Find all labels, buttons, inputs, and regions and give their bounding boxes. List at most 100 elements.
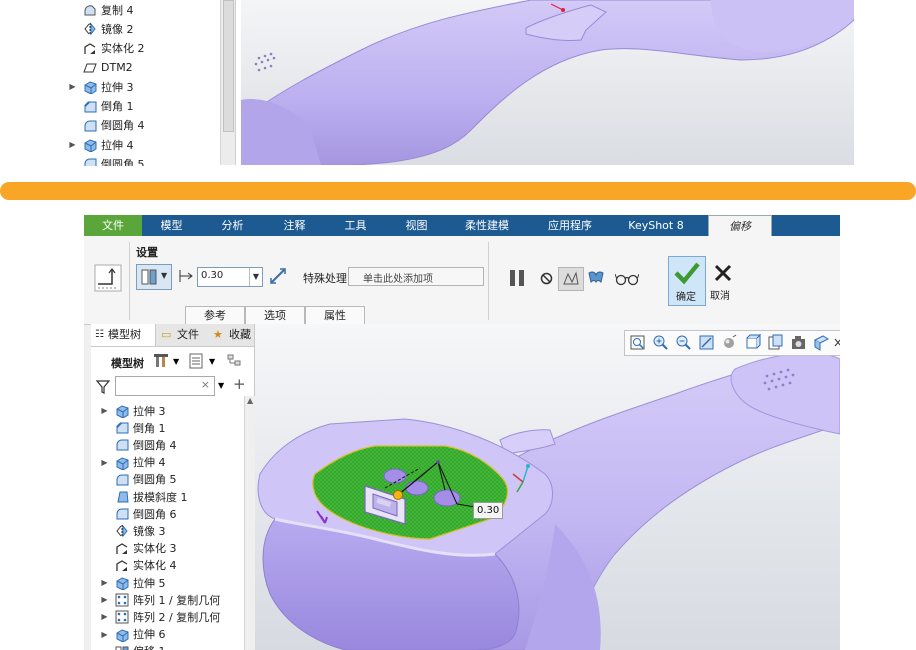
refit-icon[interactable] bbox=[629, 334, 646, 351]
tab-favorites[interactable]: ★ 收藏 bbox=[209, 324, 254, 346]
tree-filters-icon[interactable] bbox=[227, 353, 245, 369]
zoom-out-icon[interactable] bbox=[675, 334, 692, 351]
display-style-icon[interactable] bbox=[721, 334, 738, 351]
tab-options[interactable]: 选项 bbox=[245, 306, 305, 325]
tree-item[interactable]: 倒圆角 4 bbox=[100, 435, 177, 454]
tree-item[interactable]: ▶ 拉伸 3 bbox=[68, 77, 134, 96]
tree-item[interactable]: ▶ 拉伸 3 bbox=[100, 401, 166, 420]
cancel-button[interactable]: 取消 bbox=[708, 256, 738, 304]
tab-references[interactable]: 参考 bbox=[185, 306, 245, 325]
tab-flexible-modeling[interactable]: 柔性建模 bbox=[457, 215, 517, 236]
tab-offset[interactable]: 偏移 bbox=[708, 215, 772, 238]
tree-item[interactable]: 倒角 1 bbox=[100, 418, 166, 437]
tree-item-label: 拉伸 6 bbox=[133, 628, 166, 642]
filter-icon[interactable] bbox=[96, 380, 110, 394]
tree-item[interactable]: DTM2 bbox=[68, 58, 133, 77]
expand-arrow-icon[interactable]: ▶ bbox=[100, 595, 109, 604]
top-tree-scroll-thumb[interactable] bbox=[223, 0, 234, 132]
tree-item[interactable]: ▶ 拉伸 5 bbox=[100, 573, 166, 592]
offset-icon bbox=[115, 645, 129, 650]
expand-arrow-icon[interactable]: ▶ bbox=[100, 630, 109, 639]
tree-item[interactable]: 实体化 4 bbox=[100, 556, 177, 575]
graphics-viewport[interactable]: 0.30 bbox=[255, 324, 840, 650]
tree-item[interactable]: ▶ 拉伸 6 bbox=[100, 625, 166, 644]
tab-applications[interactable]: 应用程序 bbox=[540, 215, 600, 236]
tree-item-label: 倒圆角 6 bbox=[133, 507, 177, 521]
tree-item[interactable]: 实体化 3 bbox=[100, 539, 177, 558]
chamfer-icon bbox=[115, 421, 129, 434]
extrude-icon bbox=[83, 80, 97, 95]
tab-model[interactable]: 模型 bbox=[149, 215, 194, 236]
tree-item[interactable]: ▶ 阵列 2 / 复制几何 bbox=[100, 607, 220, 626]
chevron-down-icon[interactable]: ▼ bbox=[218, 381, 224, 390]
tab-tools[interactable]: 工具 bbox=[333, 215, 378, 236]
repaint-icon[interactable] bbox=[698, 334, 715, 351]
scroll-up-icon[interactable]: ▲ bbox=[247, 396, 253, 405]
no-preview-icon[interactable] bbox=[540, 272, 553, 285]
tree-item[interactable]: ▶ 拉伸 4 bbox=[100, 453, 166, 472]
tab-view[interactable]: 视图 bbox=[394, 215, 439, 236]
expand-arrow-icon[interactable]: ▶ bbox=[100, 406, 109, 415]
chevron-down-icon[interactable]: ▼ bbox=[209, 357, 215, 366]
dimension-value-label[interactable]: 0.30 bbox=[473, 502, 504, 519]
top-tree-scrollbar[interactable] bbox=[220, 0, 235, 165]
tree-item[interactable]: 镜像 2 bbox=[68, 19, 134, 38]
flip-direction-icon[interactable] bbox=[268, 266, 288, 286]
expand-arrow-icon[interactable]: ▶ bbox=[68, 140, 77, 149]
tree-item-label: 拉伸 4 bbox=[133, 456, 166, 470]
tree-item[interactable]: 倒圆角 6 bbox=[100, 504, 177, 523]
tree-item-label: 拉伸 3 bbox=[101, 80, 134, 94]
expand-arrow-icon[interactable]: ▶ bbox=[100, 458, 109, 467]
special-handling-collector[interactable]: 单击此处添加项 bbox=[348, 267, 484, 286]
tab-folder-browser[interactable]: ▭ 文件 bbox=[157, 324, 207, 346]
chevron-down-icon[interactable]: ▼ bbox=[173, 357, 179, 366]
tab-analysis[interactable]: 分析 bbox=[210, 215, 255, 236]
perspective-view-icon[interactable] bbox=[790, 334, 807, 351]
show-columns-icon[interactable] bbox=[189, 353, 203, 369]
tab-annotate[interactable]: 注释 bbox=[272, 215, 317, 236]
add-filter-icon[interactable]: + bbox=[233, 375, 246, 393]
expand-arrow-icon[interactable]: ▶ bbox=[100, 612, 109, 621]
datum-display-filters-icon[interactable] bbox=[813, 334, 830, 351]
saved-orientations-icon[interactable] bbox=[744, 334, 761, 351]
previous-screenshot-crop: 复制 4 镜像 2 实体化 2 DTM2 ▶ 拉伸 3 倒角 1 倒圆角 4 ▶ 拉伸 4 倒圆角 … bbox=[0, 0, 916, 166]
zoom-in-icon[interactable] bbox=[652, 334, 669, 351]
glasses-preview-icon[interactable] bbox=[615, 272, 639, 286]
tab-file[interactable]: 文件 bbox=[84, 215, 142, 236]
model-tree-title: 模型树 bbox=[111, 357, 144, 370]
offset-type-dropdown[interactable]: ▼ bbox=[136, 264, 172, 290]
tree-item[interactable]: 倒圆角 4 bbox=[68, 116, 145, 135]
top-graphics-viewport[interactable] bbox=[241, 0, 854, 165]
tab-keyshot[interactable]: KeyShot 8 bbox=[624, 215, 688, 236]
verify-preview-icon[interactable] bbox=[587, 269, 605, 285]
separate-preview-button[interactable] bbox=[558, 267, 584, 291]
tab-model-tree[interactable]: ☷ 模型树 bbox=[91, 324, 156, 346]
pause-icon[interactable] bbox=[507, 268, 527, 288]
tree-item[interactable]: 倒圆角 5 bbox=[100, 470, 177, 489]
tree-item[interactable]: 倒圆角 5 bbox=[68, 154, 145, 166]
clear-search-icon[interactable]: × bbox=[201, 378, 210, 391]
tree-item[interactable]: ▶ 阵列 1 / 复制几何 bbox=[100, 590, 220, 609]
tree-item[interactable]: 复制 4 bbox=[68, 0, 134, 19]
tree-item[interactable]: 镜像 3 bbox=[100, 521, 166, 540]
tab-properties[interactable]: 属性 bbox=[305, 306, 365, 325]
chevron-down-icon[interactable]: ▼ bbox=[249, 268, 262, 286]
offset-distance-field[interactable]: 0.30 ▼ bbox=[197, 267, 263, 287]
tree-search-input[interactable]: × bbox=[115, 376, 215, 396]
tree-settings-icon[interactable] bbox=[153, 353, 169, 369]
drag-handle-icon[interactable] bbox=[393, 490, 403, 500]
tree-item-label: 倒圆角 5 bbox=[101, 157, 145, 166]
extrude-icon bbox=[83, 138, 97, 153]
cancel-label: 取消 bbox=[710, 291, 730, 302]
confirm-button[interactable]: 确定 bbox=[668, 256, 706, 306]
expand-arrow-icon[interactable]: ▶ bbox=[68, 82, 77, 91]
tree-item[interactable]: ▶ 拉伸 4 bbox=[68, 135, 134, 154]
tree-item[interactable]: 拔模斜度 1 bbox=[100, 487, 188, 506]
more-tools-icon[interactable] bbox=[834, 334, 840, 351]
expand-arrow-icon[interactable]: ▶ bbox=[100, 578, 109, 587]
tree-item[interactable]: 倒角 1 bbox=[68, 97, 134, 116]
tree-item[interactable]: 实体化 2 bbox=[68, 39, 145, 58]
view-manager-icon[interactable] bbox=[767, 334, 784, 351]
preview-geometry-icon bbox=[563, 271, 579, 285]
tree-item[interactable]: 偏移 1 bbox=[100, 642, 166, 650]
